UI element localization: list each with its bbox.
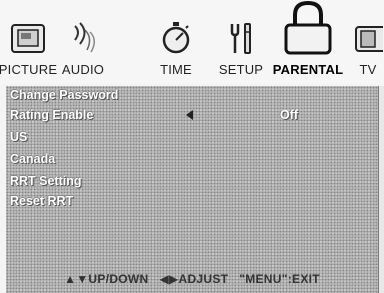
tools-icon [218,12,264,56]
tab-label: PARENTAL [272,62,344,77]
hint-menu-exit: "MENU":EXIT [239,272,320,286]
tab-parental[interactable]: PARENTAL [268,0,348,82]
tab-label: AUDIO [61,62,105,77]
tab-picture[interactable]: PICTURE [0,12,58,82]
menu-item-canada[interactable]: Canada [10,152,55,166]
navigation-hint-bar: ▲▼UP/DOWN ◀▶ADJUST "MENU":EXIT [0,272,384,286]
tab-label: SETUP [218,62,264,77]
menu-item-rrt-setting[interactable]: RRT Setting [10,174,82,188]
tab-tv[interactable]: TV [352,12,384,82]
rating-enable-value[interactable]: Off [280,108,298,122]
hint-adjust: ◀▶ADJUST [159,272,229,286]
panel-right-edge [378,86,384,293]
tab-label: TV [359,62,377,77]
stopwatch-icon [153,12,199,56]
tv-icon [352,12,384,56]
menu-tab-bar: PICTURE AUDIO TIME SETUP PARENTAL TV [0,0,384,84]
menu-item-reset-rrt[interactable]: Reset RRT [10,194,73,208]
tab-label: TIME [160,62,192,77]
padlock-icon [279,0,337,56]
tab-label: PICTURE [0,62,58,77]
menu-item-us[interactable]: US [10,130,27,144]
sound-waves-icon [60,12,106,56]
left-arrow-icon[interactable] [186,110,193,120]
menu-item-change-password[interactable]: Change Password [10,88,118,102]
tab-setup[interactable]: SETUP [214,12,268,82]
menu-item-rating-enable[interactable]: Rating Enable [10,108,93,122]
tab-audio[interactable]: AUDIO [54,12,112,82]
tv-screen-icon [5,12,51,56]
tab-time[interactable]: TIME [150,12,202,82]
hint-up-down: ▲▼UP/DOWN [64,272,149,286]
